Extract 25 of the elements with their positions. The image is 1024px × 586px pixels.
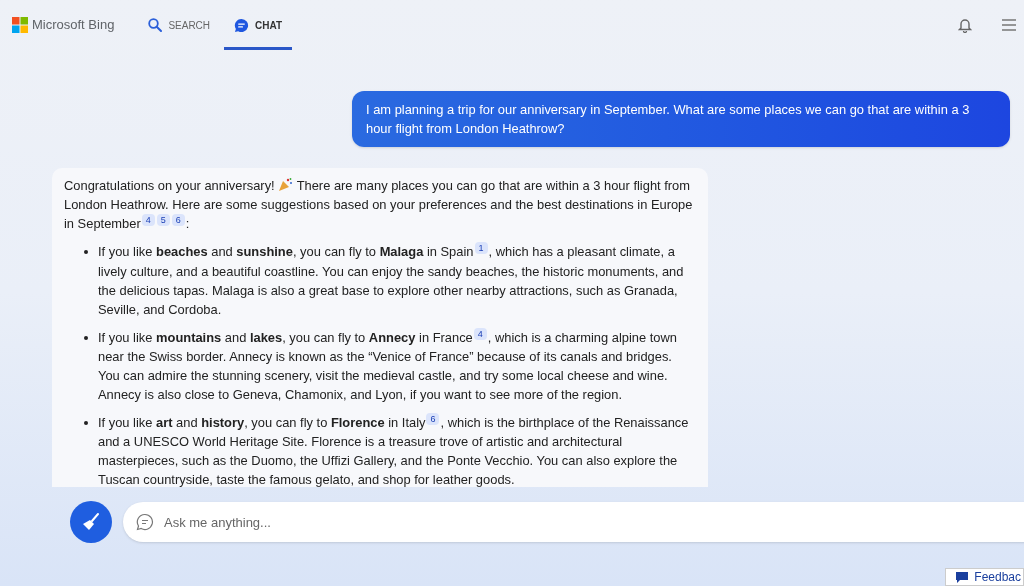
menu-icon[interactable]	[1002, 19, 1016, 31]
suggestion-text: If you like art and history, you can fly to Florence in Italy $^{6}$ , which is the birthplace of the Renaissance and a UNESCO World Heritage Site. Florence is a treasure trove of artistic and architectural masterpieces, such as the Duomo, the Uffizi Gallery, and the Ponte Vecchio. You can also explore the Tuscan countryside, taste the famous gelato, and shop for leather goods.	[98, 412, 690, 487]
logo-icon	[12, 17, 28, 33]
citation-link[interactable]: 6	[426, 412, 440, 425]
nav-tab[interactable]: CHAT	[224, 3, 293, 50]
search-icon	[148, 18, 163, 32]
user-message: I am planning a trip for our anniversary in September. What are some places we can go that are within a 3 hour flight from London Heathrow?	[352, 91, 1010, 147]
citation-link[interactable]: 6	[171, 214, 185, 226]
nav-tab[interactable]: SEARCH	[138, 3, 221, 50]
citation-link[interactable]: 4	[141, 214, 155, 226]
feedback-button[interactable]: Feedbac	[945, 568, 1024, 586]
comment-icon	[956, 571, 969, 583]
chat-bubble-icon	[136, 513, 154, 531]
citation-link[interactable]: 4	[473, 327, 487, 340]
broom-icon	[81, 512, 101, 532]
citation-link[interactable]: 5	[156, 214, 170, 226]
citation-link[interactable]: 1	[474, 242, 488, 255]
brand-name: Microsoft Bing	[32, 16, 115, 35]
bell-icon[interactable]	[958, 17, 972, 33]
suggestion-text: If you like beaches and sunshine, you can fly to Malaga in Spain $^{1}$ , which has a pleasant climate, a lively culture, and a beautiful coastline. You can enjoy the sandy beaches, the historic monuments, and the delicious tapas. Malaga is also a great base to explore other nearby attractions, such as Granada, Seville, and Cordoba.	[98, 242, 685, 319]
suggestion-text: If you like mountains and lakes, you can fly to Annecy in France $^{4}$ , which is a charming alpine town near the Swiss border. Annecy is known as the “Venice of France” because of its canals and bridges. You can admire the stunning scenery, visit the medieval castle, and try some local cheese and wine. Annecy is also close to Geneva, Chamonix, and Lyon, if you want to see more of the region.	[98, 327, 678, 404]
chat-icon	[234, 17, 250, 33]
new-topic-button[interactable]	[70, 501, 112, 543]
chat-input[interactable]: Ask me anything...	[123, 502, 1024, 542]
party-popper-icon	[278, 178, 294, 192]
